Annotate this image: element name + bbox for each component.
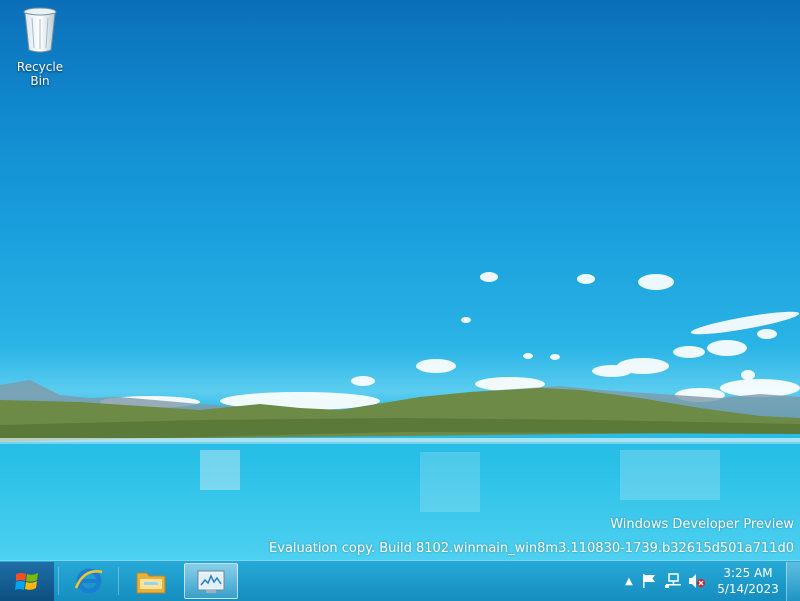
show-desktop-button[interactable] <box>786 562 800 601</box>
taskbar: ▲ 3:25 AM 5/14/2023 <box>0 560 800 601</box>
network-icon <box>665 573 681 588</box>
taskbar-button-windows-explorer[interactable] <box>124 563 178 599</box>
show-hidden-icons-button[interactable]: ▲ <box>620 572 638 590</box>
desktop-icon-recycle-bin[interactable]: Recycle Bin <box>6 6 74 88</box>
task-manager-icon <box>197 570 225 593</box>
clock[interactable]: 3:25 AM 5/14/2023 <box>716 565 780 597</box>
volume-button[interactable] <box>688 572 706 590</box>
action-center-flag-icon <box>643 574 655 588</box>
watermark-title: Windows Developer Preview <box>610 517 794 532</box>
desktop[interactable]: Recycle Bin Windows Developer Preview Ev… <box>0 0 800 560</box>
internet-explorer-icon <box>74 568 103 594</box>
wallpaper <box>0 272 800 512</box>
windows-logo-icon <box>15 572 38 590</box>
start-button[interactable] <box>0 562 54 601</box>
taskbar-button-internet-explorer[interactable] <box>62 563 116 599</box>
watermark-build: Evaluation copy. Build 8102.winmain_win8… <box>269 541 794 556</box>
clock-date: 5/14/2023 <box>717 582 779 596</box>
recycle-bin-icon <box>23 7 57 53</box>
action-center-button[interactable] <box>640 572 658 590</box>
chevron-up-icon: ▲ <box>625 575 633 587</box>
taskbar-separator <box>58 567 59 595</box>
volume-muted-icon <box>689 574 705 588</box>
taskbar-button-task-manager[interactable] <box>184 563 238 599</box>
clock-time: 3:25 AM <box>723 566 773 580</box>
folder-icon <box>136 572 166 594</box>
network-button[interactable] <box>664 572 682 590</box>
taskbar-separator <box>118 567 119 595</box>
clouds <box>100 272 800 410</box>
desktop-icon-label: Recycle Bin <box>16 60 64 88</box>
